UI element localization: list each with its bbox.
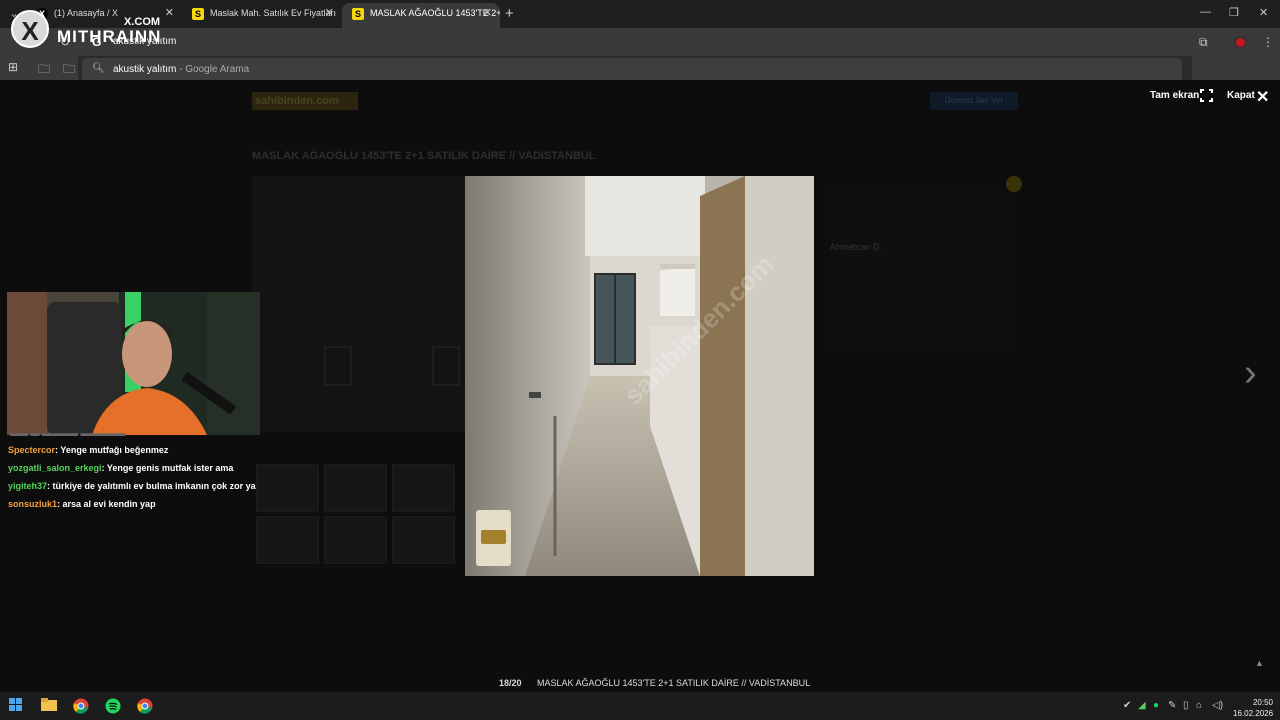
taskbar: ✔ ◢ ● ✎ ▯ ⌂ ◁) xyxy=(0,692,1280,720)
tab-close-icon[interactable]: ✕ xyxy=(483,3,492,24)
site-logo: sahibinden.com xyxy=(252,92,358,110)
screen: ⌄ X (1) Anasayfa / X ✕ S Maslak Mah. Sat… xyxy=(0,0,1280,720)
browser-toolbar: ↻ G akustik yalıtım ⧉ ⋮ xyxy=(0,28,1280,56)
clock-time: 20:50 xyxy=(1252,698,1273,707)
windows-start-icon[interactable] xyxy=(9,698,25,714)
chat-username: Spectercor xyxy=(8,445,56,455)
profile-avatar[interactable] xyxy=(1234,36,1247,49)
listing-main-image xyxy=(252,176,465,432)
menu-icon[interactable]: ⋮ xyxy=(1262,35,1274,49)
chat-text: : Yenge genis mutfak ister ama xyxy=(101,463,234,473)
fullscreen-button[interactable]: Tam ekran xyxy=(1150,90,1199,101)
tab-listing-active[interactable]: S MASLAK AĞAOĞLU 1453'TE 2+ ✕ xyxy=(342,3,500,28)
suggestion-item[interactable]: 🔍︎ akustik yalıtım - Google Arama xyxy=(82,58,1182,82)
scroll-top-icon[interactable]: ▲ xyxy=(1255,658,1264,668)
overlay-brand: MITHRAINN xyxy=(57,27,162,46)
chat-text: : arsa al evi kendin yap xyxy=(57,499,156,509)
sahibinden-favicon-icon: S xyxy=(352,8,364,20)
chat-message: yozgatli_salon_erkegi: Yenge genis mutfa… xyxy=(8,462,258,475)
chat-message: Spectercor: Yenge mutfağı beğenmez xyxy=(8,444,258,457)
close-icon[interactable]: ✕ xyxy=(1256,87,1269,107)
agent-card: Ahmetcan D. xyxy=(830,190,1010,350)
thumbnail xyxy=(392,516,455,564)
window-shape xyxy=(432,346,460,386)
chat-panel: Spectercor: Yenge mutfağı beğenmez yozga… xyxy=(8,444,258,516)
thumbnail xyxy=(392,464,455,512)
chat-username: yozgatli_salon_erkegi xyxy=(8,463,102,473)
tray-app-icon[interactable]: ◢ xyxy=(1138,700,1146,711)
badge-dot xyxy=(1006,176,1022,192)
photo-caption: MASLAK AĞAOĞLU 1453'TE 2+1 SATILIK DAİRE… xyxy=(537,678,811,688)
tab-title: (1) Anasayfa / X xyxy=(54,8,119,18)
bookmark-folder-icon[interactable]: 🗀 xyxy=(63,60,75,81)
clock-date: 16.02.2026 xyxy=(1233,709,1274,718)
apps-grid-icon[interactable]: ⊞ xyxy=(8,60,18,74)
agency-badge-icon xyxy=(476,510,511,566)
chat-username: yigiteh37 xyxy=(8,481,48,491)
thumbnail xyxy=(256,516,319,564)
tab-maslak-prices[interactable]: S Maslak Mah. Satılık Ev Fiyatları ✕ xyxy=(182,3,342,28)
sahibinden-favicon-icon: S xyxy=(192,8,204,20)
extensions-icon[interactable]: ⧉ xyxy=(1199,35,1208,50)
new-tab-button[interactable]: + xyxy=(505,5,514,22)
chat-text: : Yenge mutfağı beğenmez xyxy=(55,445,169,455)
tab-title: Maslak Mah. Satılık Ev Fiyatları xyxy=(210,8,337,18)
tray-usb-icon[interactable]: ▯ xyxy=(1183,700,1189,711)
tab-title: MASLAK AĞAOĞLU 1453'TE 2+ xyxy=(370,8,500,18)
fullscreen-icon[interactable] xyxy=(1199,88,1214,103)
corridor-photo: sahibinden.com xyxy=(465,176,814,576)
spotify-icon[interactable] xyxy=(105,698,121,714)
webcam-image xyxy=(7,292,260,435)
file-explorer-icon[interactable] xyxy=(41,698,57,714)
webcam-feed xyxy=(7,292,260,435)
tab-strip: ⌄ X (1) Anasayfa / X ✕ S Maslak Mah. Sat… xyxy=(0,0,1280,28)
tab-close-icon[interactable]: ✕ xyxy=(165,3,174,24)
listing-photo: sahibinden.com xyxy=(465,176,814,576)
thumbnail xyxy=(324,464,387,512)
chat-username: sonsuzluk1 xyxy=(8,499,58,509)
window-shape xyxy=(324,346,352,386)
badge-inner xyxy=(481,530,506,544)
listing-title: MASLAK AĞAOĞLU 1453'TE 2+1 SATILIK DAİRE… xyxy=(252,150,596,162)
chat-faded-line: ▬▬ ▬ ▬▬▬▬ ▬▬▬▬▬ xyxy=(10,428,126,438)
chrome-icon[interactable] xyxy=(73,698,89,714)
bookmark-folder-icon[interactable]: 🗀 xyxy=(38,60,50,81)
network-icon[interactable]: ⌂ xyxy=(1196,700,1202,711)
search-icon: 🔍︎ xyxy=(92,63,105,74)
chat-text: : türkiye de yalıtımlı ev bulma imkanın … xyxy=(47,481,256,491)
post-ad-button: Ücretsiz İlan Ver xyxy=(930,92,1018,110)
chrome-active-icon[interactable] xyxy=(137,698,153,714)
chat-message: yigiteh37: türkiye de yalıtımlı ev bulma… xyxy=(8,480,258,493)
volume-icon[interactable]: ◁) xyxy=(1212,700,1223,711)
tab-close-icon[interactable]: ✕ xyxy=(325,3,334,24)
tray-check-icon[interactable]: ✔ xyxy=(1123,700,1131,711)
tray-spotify-icon[interactable]: ● xyxy=(1153,700,1159,711)
close-lightbox-button[interactable]: Kapat xyxy=(1227,90,1255,101)
close-window-button[interactable]: ✕ xyxy=(1259,6,1268,19)
agent-name: Ahmetcan D. xyxy=(830,242,883,252)
next-arrow-icon[interactable]: › xyxy=(1244,352,1257,395)
suggestion-label: akustik yalıtım - Google Arama xyxy=(113,64,250,75)
x-logo-icon: X xyxy=(11,10,49,48)
thumbnail xyxy=(256,464,319,512)
minimize-button[interactable]: — xyxy=(1200,6,1211,18)
chat-message: sonsuzluk1: arsa al evi kendin yap xyxy=(8,498,258,511)
tray-pen-icon[interactable]: ✎ xyxy=(1168,700,1176,711)
photo-counter: 18/20 xyxy=(499,678,522,688)
restore-button[interactable]: ❐ xyxy=(1229,6,1239,19)
taskbar-clock[interactable]: 20:50 16.02.2026 xyxy=(1233,697,1273,719)
thumbnail xyxy=(324,516,387,564)
